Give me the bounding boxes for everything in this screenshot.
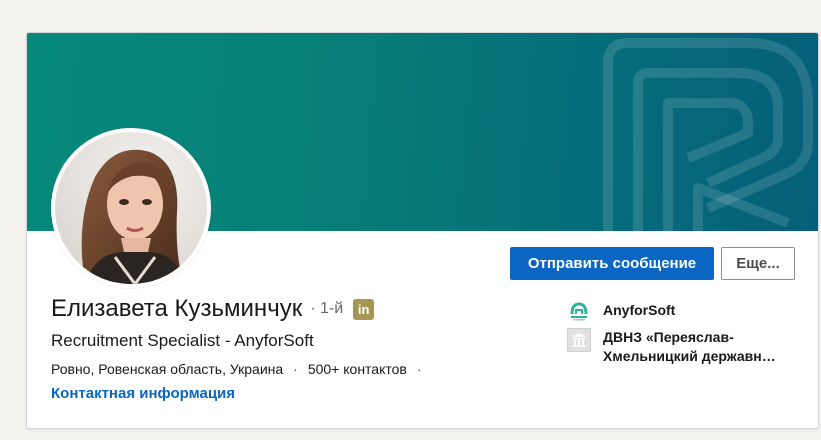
location-separator: · [293,361,298,377]
profile-location: Ровно, Ровенская область, Украина [51,361,284,377]
location-row: Ровно, Ровенская область, Украина · 500+… [51,361,432,377]
linkedin-badge-text: in [357,301,370,317]
profile-photo[interactable] [51,128,211,288]
avatar-image [55,132,207,284]
company-name: AnyforSoft [603,302,676,318]
banner-logo-art [603,38,813,231]
current-company[interactable]: AnyforSoft [567,299,793,323]
more-button[interactable]: Еще... [721,247,795,280]
profile-card: Отправить сообщение Еще... Елизавета Куз… [26,32,819,429]
contact-info-link[interactable]: Контактная информация [51,385,235,402]
send-message-button[interactable]: Отправить сообщение [510,247,714,280]
school-building-icon [567,328,591,352]
anyforsoft-logo-icon [567,299,591,323]
profile-name: Елизавета Кузьминчук [51,295,303,322]
linkedin-icon: in [353,298,375,320]
connections-count[interactable]: 500+ контактов [308,361,407,377]
degree-separator: · [310,300,316,317]
school-name-line2: Хмельницкий державн… [603,348,776,364]
profile-headline: Recruitment Specialist - AnyforSoft [51,331,314,350]
education-item[interactable]: ДВНЗ «Переяслав- Хмельницкий державн… [567,328,793,366]
school-name-line1: ДВНЗ «Переяслав- [603,329,734,345]
school-name: ДВНЗ «Переяслав- Хмельницкий державн… [603,328,793,366]
connections-separator: · [416,361,422,377]
degree-label: 1-й [319,300,344,317]
name-row: Елизавета Кузьминчук · 1-й in [51,295,375,323]
connection-degree: · 1-й [310,300,343,318]
